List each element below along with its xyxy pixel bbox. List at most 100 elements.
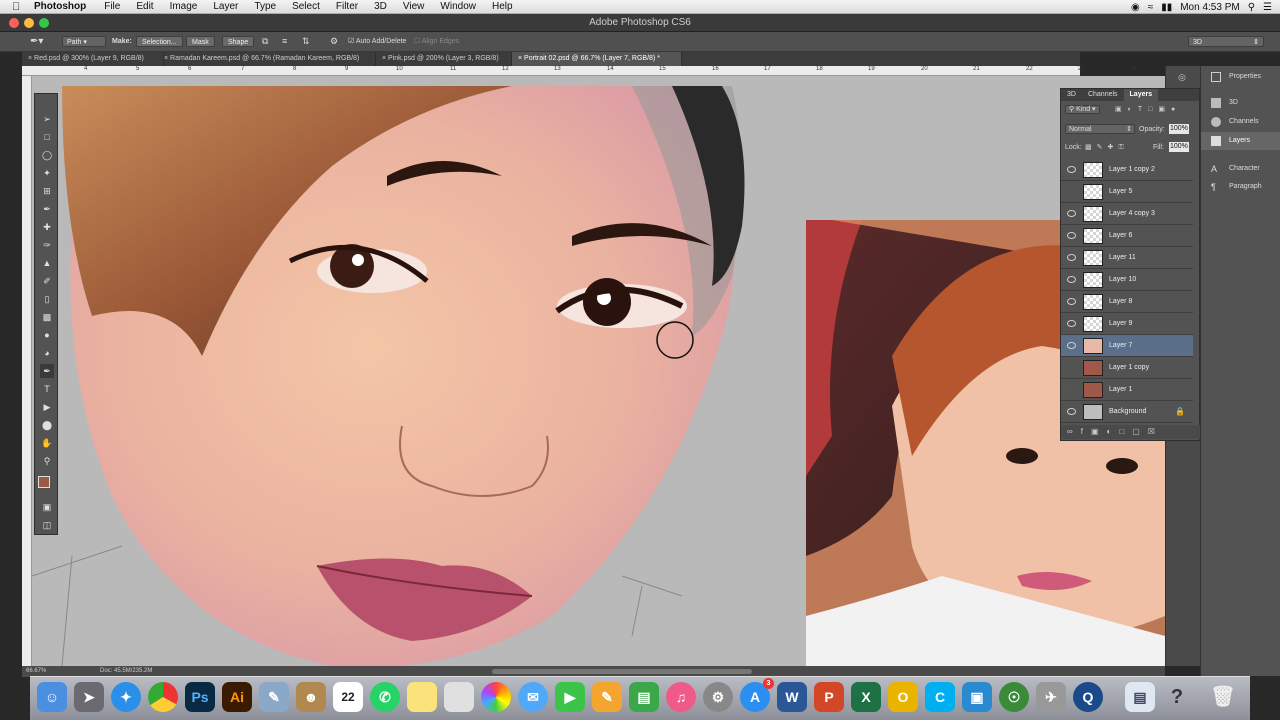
outlook-icon[interactable]: O — [888, 682, 918, 712]
trash-icon[interactable]: 🗑 — [1208, 682, 1238, 712]
menu-app-name[interactable]: Photoshop — [34, 1, 86, 12]
photoshop-icon[interactable]: Ps — [185, 682, 215, 712]
layer-row[interactable]: Layer 10 — [1061, 269, 1193, 291]
photos-icon[interactable] — [444, 682, 474, 712]
pen-mode-dropdown[interactable]: Path ▾ — [62, 36, 106, 47]
dock-channels[interactable]: Channels — [1201, 113, 1280, 131]
powerpoint-icon[interactable]: P — [814, 682, 844, 712]
layer-row[interactable]: Layer 5 — [1061, 181, 1193, 203]
path-alignment-icon[interactable]: ≡ — [282, 36, 287, 47]
word-icon[interactable]: W — [777, 682, 807, 712]
history-brush-tool-icon[interactable]: ✐ — [40, 274, 54, 288]
zoom-window-button[interactable] — [39, 18, 49, 28]
contacts-icon[interactable]: ☻ — [296, 682, 326, 712]
layer-row-selected[interactable]: Layer 7 — [1061, 335, 1193, 357]
blur-tool-icon[interactable]: ● — [40, 328, 54, 342]
pinwheel-icon[interactable] — [481, 682, 511, 712]
menu-3d[interactable]: 3D — [374, 1, 387, 12]
layer-row[interactable]: Layer 1 copy — [1061, 357, 1193, 379]
tab-channels[interactable]: Channels — [1082, 89, 1124, 101]
dock-3d[interactable]: 3D — [1201, 94, 1280, 112]
numbers-icon[interactable]: ▤ — [629, 682, 659, 712]
document-canvas[interactable] — [32, 76, 1165, 666]
align-edges-checkbox[interactable]: ☐ Align Edges — [414, 36, 459, 47]
calendar-icon[interactable]: 22 — [333, 682, 363, 712]
crop-tool-icon[interactable]: ⊞ — [40, 184, 54, 198]
scanner-icon[interactable]: ▤ — [1125, 682, 1155, 712]
network-icon[interactable]: ☉ — [999, 682, 1029, 712]
lasso-tool-icon[interactable]: ◯ — [40, 148, 54, 162]
pen-tool-icon[interactable]: ✒ — [40, 364, 54, 378]
system-preferences-icon[interactable]: ⚙ — [703, 682, 733, 712]
zoom-level[interactable]: 66.67% — [26, 668, 46, 674]
tab-pink-psd[interactable]: × Pink.psd @ 200% (Layer 3, RGB/8) — [376, 52, 512, 66]
dodge-tool-icon[interactable]: ◕ — [40, 346, 54, 360]
eye-icon[interactable] — [1067, 342, 1076, 349]
notes-icon[interactable] — [407, 682, 437, 712]
eye-icon[interactable] — [1067, 298, 1076, 305]
eraser-tool-icon[interactable]: ▯ — [40, 292, 54, 306]
menu-layer[interactable]: Layer — [213, 1, 238, 12]
visibility-toggle[interactable] — [1067, 386, 1076, 393]
layer-row[interactable]: Layer 11 — [1061, 247, 1193, 269]
visibility-toggle[interactable] — [1067, 188, 1076, 195]
blend-mode-dropdown[interactable]: Normal ⇕ — [1065, 124, 1135, 134]
itunes-icon[interactable]: ♫ — [666, 682, 696, 712]
history-icon[interactable]: ◎ — [1178, 72, 1186, 83]
eye-icon[interactable] — [1067, 166, 1076, 173]
clock[interactable]: Mon 4:53 PM — [1180, 2, 1239, 13]
flashlight-icon[interactable]: ✈ — [1036, 682, 1066, 712]
menu-help[interactable]: Help — [492, 1, 513, 12]
tab-red-psd[interactable]: × Red.psd @ 300% (Layer 9, RGB/8) — [22, 52, 164, 66]
auto-add-delete-checkbox[interactable]: ☑ Auto Add/Delete — [348, 36, 406, 47]
horizontal-scrollbar[interactable] — [492, 669, 752, 674]
opacity-input[interactable]: 100% — [1169, 124, 1189, 134]
clone-stamp-tool-icon[interactable]: ▲ — [40, 256, 54, 270]
shape-tool-icon[interactable]: ⬤ — [40, 418, 54, 432]
help-icon[interactable]: ? — [1162, 682, 1192, 712]
layer-row[interactable]: Layer 4 copy 3 — [1061, 203, 1193, 225]
menu-select[interactable]: Select — [292, 1, 320, 12]
hand-tool-icon[interactable]: ✋ — [40, 436, 54, 450]
excel-icon[interactable]: X — [851, 682, 881, 712]
eye-icon[interactable] — [1067, 320, 1076, 327]
menu-filter[interactable]: Filter — [336, 1, 358, 12]
move-tool-icon[interactable]: ➢ — [40, 112, 54, 126]
launchpad-icon[interactable]: ➤ — [74, 682, 104, 712]
layer-row[interactable]: Layer 1 copy 2 — [1061, 159, 1193, 181]
menu-type[interactable]: Type — [254, 1, 276, 12]
app-store-icon[interactable]: A3 — [740, 678, 774, 712]
fill-input[interactable]: 100% — [1169, 142, 1189, 152]
visibility-toggle[interactable] — [1067, 364, 1076, 371]
facetime-icon[interactable]: ▶ — [555, 682, 585, 712]
eye-icon[interactable] — [1067, 276, 1076, 283]
dock-layers[interactable]: Layers — [1201, 132, 1280, 150]
chrome-icon[interactable] — [148, 682, 178, 712]
path-operations-icon[interactable]: ⧉ — [262, 36, 268, 47]
make-shape-button[interactable]: Shape — [222, 36, 255, 47]
path-arrangement-icon[interactable]: ⇅ — [302, 36, 310, 47]
lock-icons[interactable]: ▩✎✚⚿ — [1085, 143, 1129, 152]
layer-row[interactable]: Layer 8 — [1061, 291, 1193, 313]
fx-icon[interactable]: f — [1081, 427, 1091, 436]
pen-tool-preset-icon[interactable]: ✒▾ — [30, 36, 43, 47]
foreground-color-swatch[interactable] — [38, 476, 50, 488]
trash-icon[interactable]: ☒ — [1148, 427, 1163, 436]
quick-select-tool-icon[interactable]: ✦ — [40, 166, 54, 180]
healing-brush-tool-icon[interactable]: ✚ — [40, 220, 54, 234]
eye-icon[interactable] — [1067, 232, 1076, 239]
battery-icon[interactable]: ▮▮ — [1161, 2, 1172, 13]
gradient-tool-icon[interactable]: ▩ — [40, 310, 54, 324]
tab-ramadan-kareem[interactable]: × Ramadan Kareem.psd @ 66.7% (Ramadan Ka… — [158, 52, 376, 66]
eye-icon[interactable] — [1067, 210, 1076, 217]
screen-mode-icon[interactable]: ◫ — [40, 518, 54, 532]
minimize-window-button[interactable] — [24, 18, 34, 28]
eye-icon[interactable] — [1067, 254, 1076, 261]
preview-icon[interactable]: ✎ — [259, 682, 289, 712]
marquee-tool-icon[interactable]: □ — [40, 130, 54, 144]
wifi-icon[interactable]: ≈ — [1148, 2, 1154, 13]
dock-properties[interactable]: Properties — [1201, 68, 1280, 86]
menu-window[interactable]: Window — [440, 1, 476, 12]
pages-icon[interactable]: ✎ — [592, 682, 622, 712]
menu-image[interactable]: Image — [170, 1, 198, 12]
